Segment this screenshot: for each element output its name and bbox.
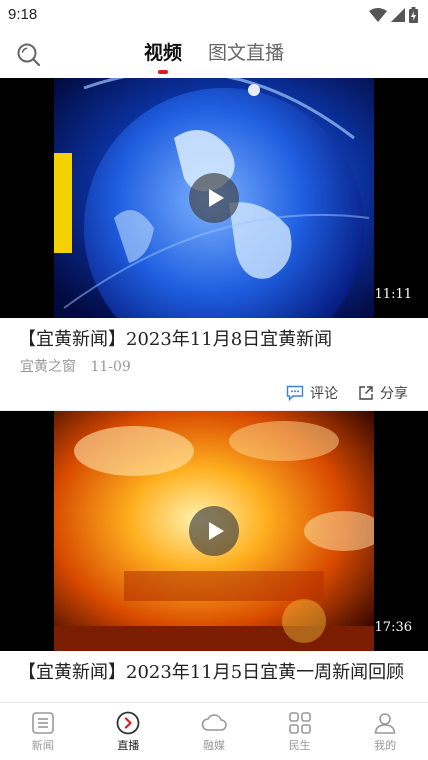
play-icon: [209, 189, 224, 207]
tab-video-label: 视频: [143, 42, 182, 64]
video-feed: 11:11 【宜黄新闻】2023年11月8日宜黄新闻 宜黄之窗 11-09 评论…: [0, 78, 428, 702]
video-duration: 17:36: [374, 620, 412, 635]
battery-icon: [409, 7, 418, 23]
top-tabs: 视频 图文直播: [0, 40, 428, 74]
top-nav: 视频 图文直播: [0, 32, 428, 78]
share-label: 分享: [380, 386, 408, 402]
cloud-icon: [201, 714, 227, 731]
play-icon: [209, 522, 224, 540]
share-icon: [359, 386, 373, 400]
comment-icon: [286, 385, 304, 401]
video-date: 11-09: [90, 359, 131, 375]
profile-icon: [374, 713, 396, 734]
video-meta: 宜黄之窗 11-09: [0, 352, 428, 376]
news-icon: [31, 712, 54, 734]
nav-news[interactable]: 新闻: [0, 703, 86, 760]
video-title[interactable]: 【宜黄新闻】2023年11月8日宜黄新闻: [0, 318, 428, 352]
video-source: 宜黄之窗: [20, 359, 76, 375]
status-bar: 9:18: [0, 0, 428, 32]
video-card[interactable]: 17:36 【宜黄新闻】2023年11月5日宜黄一周新闻回顾: [0, 411, 428, 685]
status-icons: [369, 6, 418, 24]
nav-profile-label: 我的: [374, 739, 397, 752]
tab-live-text[interactable]: 图文直播: [208, 40, 284, 74]
video-player[interactable]: 17:36: [0, 411, 428, 651]
live-icon: [116, 711, 140, 735]
signal-icon: [391, 8, 405, 22]
tab-video[interactable]: 视频: [144, 40, 182, 74]
nav-profile[interactable]: 我的: [342, 703, 428, 760]
active-tab-indicator: [157, 70, 168, 74]
comment-button[interactable]: 评论: [286, 383, 338, 403]
nav-livelihood-label: 民生: [288, 739, 311, 752]
nav-live-label: 直播: [117, 739, 140, 752]
video-title[interactable]: 【宜黄新闻】2023年11月5日宜黄一周新闻回顾: [0, 651, 428, 685]
play-button[interactable]: [189, 173, 239, 223]
video-player[interactable]: 11:11: [0, 78, 428, 318]
play-button[interactable]: [189, 506, 239, 556]
grid-icon: [288, 712, 311, 734]
comment-label: 评论: [310, 386, 338, 402]
wifi-icon: [369, 8, 387, 22]
bottom-nav: 新闻 直播 融媒 民生 我的: [0, 702, 428, 760]
share-button[interactable]: 分享: [358, 383, 408, 403]
nav-media-label: 融媒: [202, 739, 225, 752]
nav-live[interactable]: 直播: [86, 703, 172, 760]
video-card[interactable]: 11:11 【宜黄新闻】2023年11月8日宜黄新闻 宜黄之窗 11-09 评论…: [0, 78, 428, 411]
card-actions: 评论 分享: [0, 376, 428, 410]
video-duration: 11:11: [374, 287, 412, 302]
nav-media[interactable]: 融媒: [171, 703, 257, 760]
nav-news-label: 新闻: [31, 739, 54, 752]
tab-live-text-label: 图文直播: [208, 42, 285, 64]
nav-livelihood[interactable]: 民生: [257, 703, 343, 760]
status-time: 9:18: [8, 6, 38, 23]
